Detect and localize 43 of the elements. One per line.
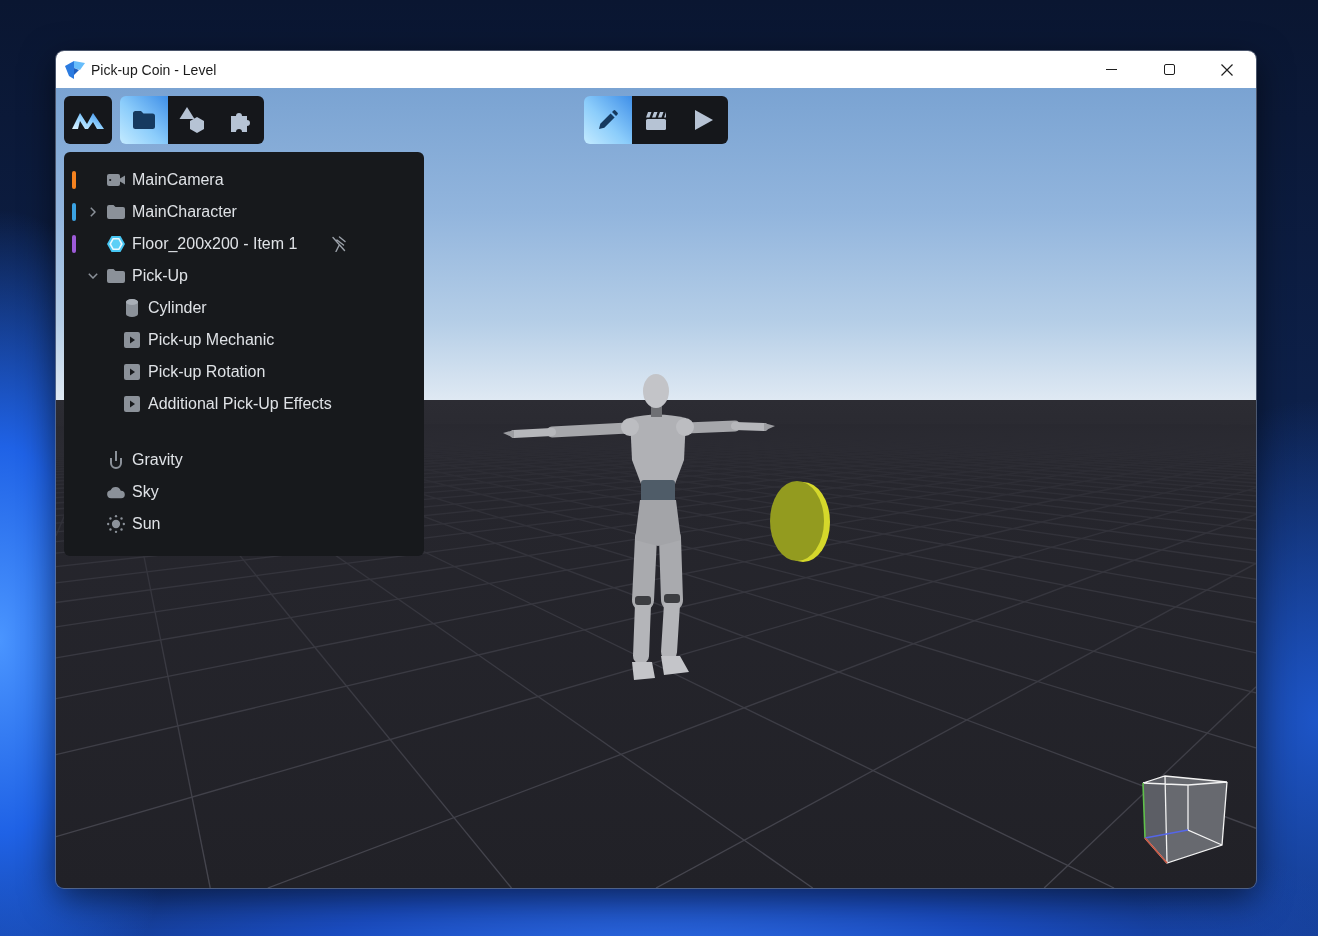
play-square-icon — [124, 332, 140, 348]
clapperboard-icon — [645, 110, 667, 130]
folder-icon — [107, 269, 125, 283]
close-icon — [1221, 63, 1233, 76]
tree-item-label[interactable]: Pick-up Rotation — [148, 363, 266, 381]
window-title: Pick-up Coin - Level — [91, 61, 218, 78]
weight-icon — [109, 451, 123, 469]
tree-item-label[interactable]: Sun — [132, 515, 161, 533]
logo-button[interactable] — [64, 96, 112, 144]
panel-tab[interactable] — [168, 96, 216, 144]
tree-item-label[interactable]: Cylinder — [148, 299, 207, 317]
app-logo-icon — [65, 60, 85, 79]
tree-item-label[interactable]: Gravity — [132, 451, 183, 469]
tree-item-label[interactable]: Sky — [132, 483, 159, 501]
mode-tab[interactable] — [584, 96, 632, 144]
panel-tab[interactable] — [120, 96, 168, 144]
view-cube-icon[interactable] — [1141, 774, 1229, 865]
tree-item-label[interactable]: MainCharacter — [132, 203, 237, 221]
tree-item-label[interactable]: Floor_200x200 - Item 1 — [132, 235, 298, 253]
maximize-icon — [1163, 64, 1175, 75]
minimize-icon — [1105, 69, 1117, 70]
sun-icon — [107, 514, 125, 534]
panel-tab[interactable] — [216, 96, 264, 144]
logo-icon — [72, 111, 104, 129]
folder-icon — [133, 111, 155, 129]
play-icon — [695, 110, 713, 130]
cylinder-icon — [126, 299, 138, 317]
play-square-icon — [124, 396, 140, 412]
pencil-icon — [598, 110, 618, 130]
tree-item-label[interactable]: Pick-up Mechanic — [148, 331, 275, 349]
shapes-icon — [179, 107, 205, 133]
cloud-icon — [107, 485, 125, 499]
chevron-down-icon[interactable] — [88, 273, 98, 279]
tree-item-label[interactable]: Additional Pick-Up Effects — [148, 395, 332, 413]
folder-icon — [107, 205, 125, 219]
hexagon-icon — [107, 235, 125, 253]
tree-item-label[interactable]: MainCamera — [132, 171, 224, 189]
mode-tab[interactable] — [632, 96, 680, 144]
tree-item-label[interactable]: Pick-Up — [132, 267, 188, 285]
chevron-right-icon[interactable] — [90, 207, 96, 217]
mode-tab[interactable] — [680, 96, 728, 144]
play-square-icon — [124, 364, 140, 380]
video-camera-icon — [107, 174, 125, 186]
